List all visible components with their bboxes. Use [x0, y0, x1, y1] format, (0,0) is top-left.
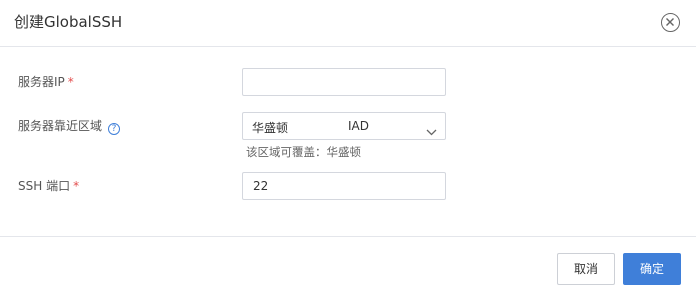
- region-coverage-hint: 该区域可覆盖：华盛顿: [246, 145, 361, 159]
- dialog-header: 创建GlobalSSH: [0, 0, 696, 47]
- dialog-title: 创建GlobalSSH: [14, 13, 123, 31]
- server-ip-label-text: 服务器IP: [18, 75, 65, 89]
- server-ip-label: 服务器IP *: [18, 74, 74, 90]
- ssh-port-label-text: SSH 端口: [18, 179, 71, 193]
- required-mark: *: [67, 75, 74, 89]
- region-select[interactable]: 华盛顿 IAD: [242, 112, 446, 140]
- confirm-button[interactable]: 确定: [623, 253, 681, 285]
- cancel-button[interactable]: 取消: [557, 253, 615, 285]
- close-icon[interactable]: [661, 13, 680, 32]
- dialog-footer: 取消 确定: [0, 236, 696, 295]
- region-selected-code: IAD: [348, 119, 369, 133]
- create-globalssh-dialog: 创建GlobalSSH 服务器IP * 服务器靠近区域? 华盛顿 IAD 该区域可…: [0, 0, 696, 295]
- question-circle-icon[interactable]: ?: [108, 123, 121, 135]
- region-label: 服务器靠近区域?: [18, 118, 121, 135]
- ssh-port-input[interactable]: [242, 172, 446, 200]
- region-label-text: 服务器靠近区域: [18, 119, 103, 133]
- required-mark: *: [73, 179, 80, 193]
- server-ip-input[interactable]: [242, 68, 446, 96]
- ssh-port-label: SSH 端口 *: [18, 178, 79, 194]
- region-selected-name: 华盛顿: [252, 121, 289, 135]
- chevron-down-icon: [426, 121, 437, 140]
